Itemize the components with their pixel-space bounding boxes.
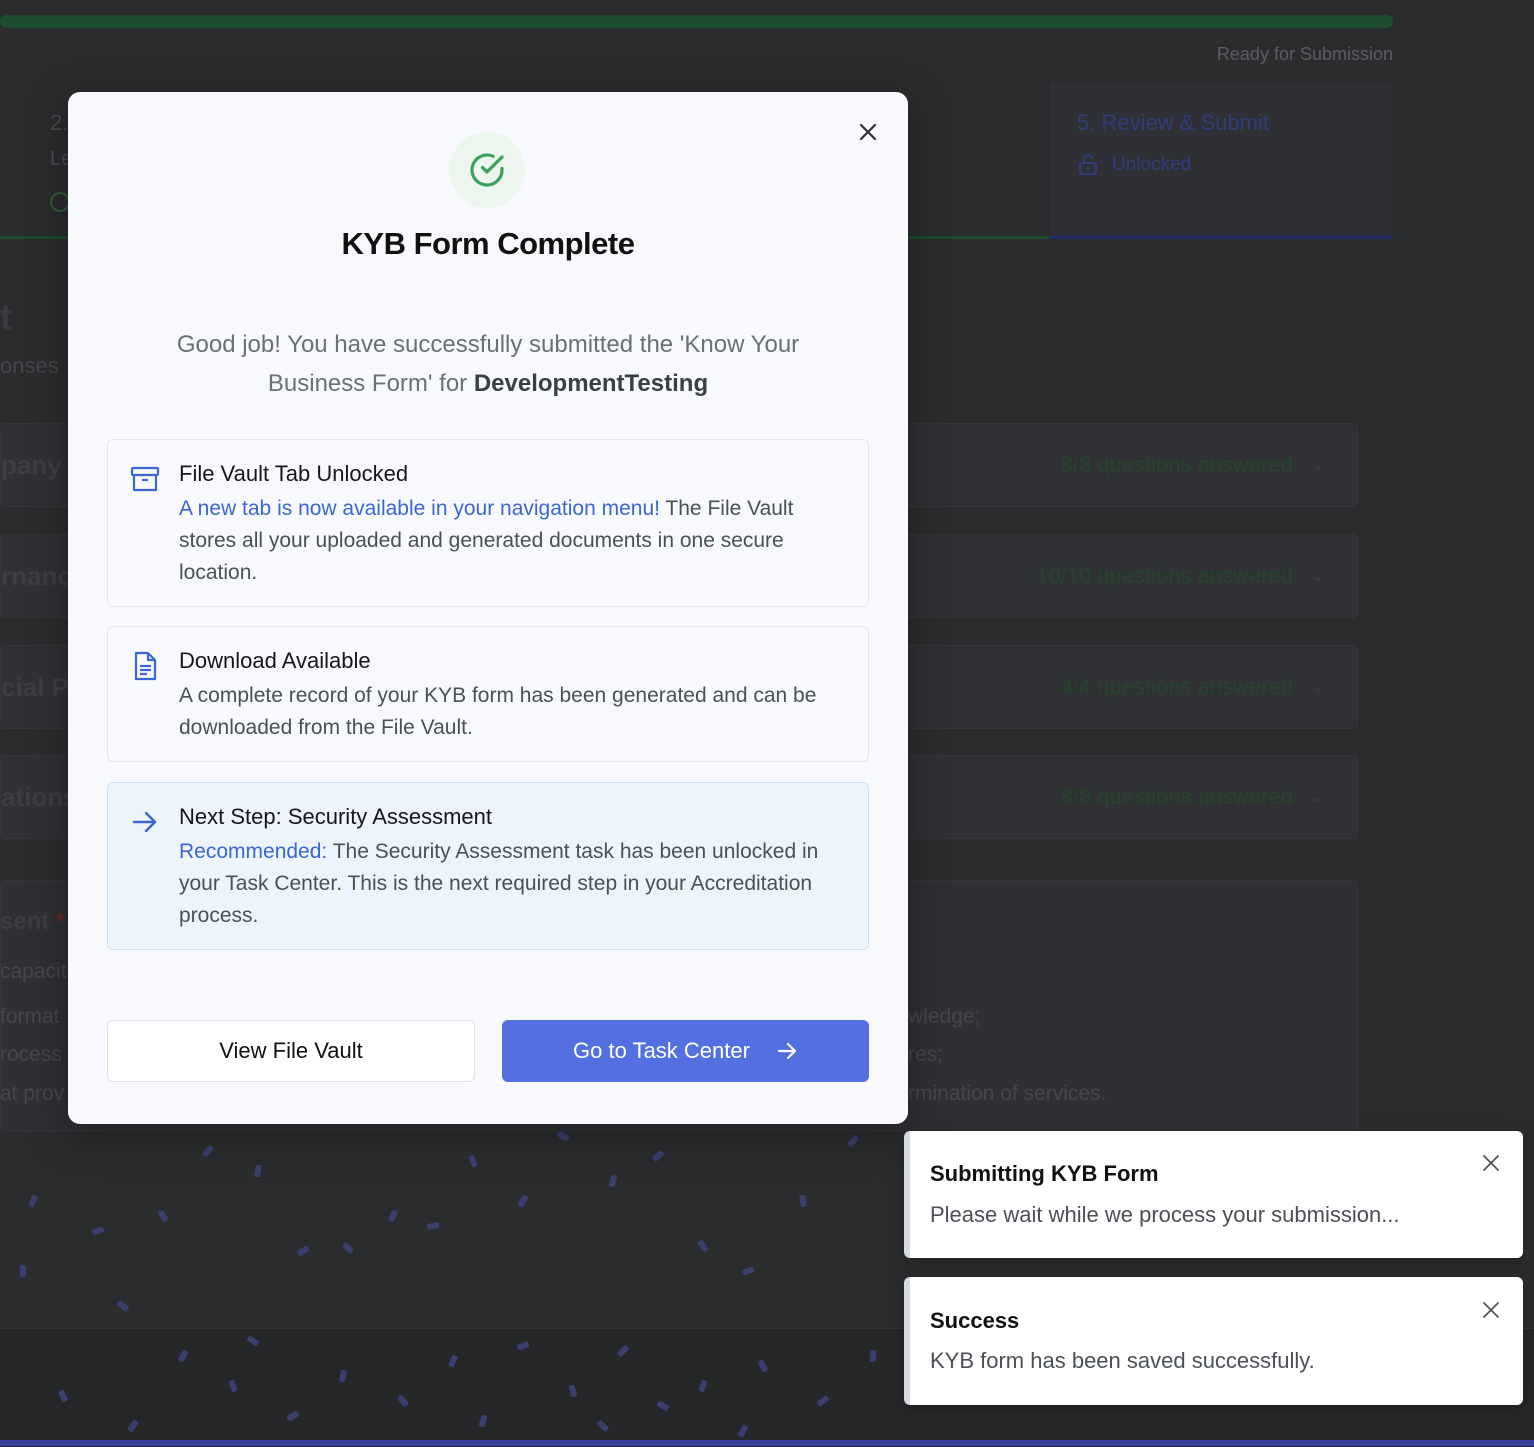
confetti-piece [556,1130,570,1142]
toast-title: Success [930,1308,1020,1333]
next-step-card: Next Step: Security Assessment Recommend… [107,782,869,950]
progress-status: Ready for Submission [1216,44,1393,64]
confetti-piece [20,1265,26,1277]
section-count: 10/10 questions answered [1036,563,1293,588]
button-label: Go to Task Center [573,1038,750,1063]
close-icon[interactable] [856,120,880,144]
required-mark: * [56,908,66,935]
card-title: File Vault Tab Unlocked [179,461,409,486]
card-body: A new tab is now available in your navig… [179,497,794,584]
confetti-piece [846,1134,860,1148]
page-subtitle: onses [0,353,59,378]
unlock-icon [1079,154,1097,175]
close-icon[interactable] [1481,1153,1501,1173]
card-highlight: Recommended: [179,840,328,863]
arrow-right-icon [132,811,157,833]
confetti-piece [116,1299,130,1313]
step-review-submit[interactable]: 5. Review & Submit Unlocked [1050,82,1393,239]
page-title: t [0,296,12,337]
confetti-piece [296,1245,310,1257]
section-title: rnanc [1,561,72,591]
check-circle-icon [50,192,70,212]
file-vault-unlocked-card: File Vault Tab Unlocked A new tab is now… [107,439,869,607]
chevron-down-icon: ⌄ [1309,676,1325,696]
success-badge [449,132,525,208]
consent-text: res; [908,1043,944,1066]
check-circle-icon [470,153,504,187]
card-body: A complete record of your KYB form has b… [179,684,817,739]
section-count: 4/4 questions answered [1060,674,1293,699]
confetti-piece [697,1239,709,1253]
confetti-piece [869,1349,877,1363]
step-number: 2. [50,110,69,135]
toast-message: KYB form has been saved successfully. [930,1348,1315,1373]
company-name: DevelopmentTesting [473,370,709,397]
chevron-down-icon: ⌄ [1309,454,1325,474]
consent-text: rocess [0,1043,62,1066]
step-title: 5. Review & Submit [1077,110,1269,135]
consent-text: format [0,1005,60,1028]
view-file-vault-button[interactable]: View File Vault [107,1020,475,1082]
confetti-piece [741,1266,755,1276]
close-icon[interactable] [1481,1300,1501,1320]
step-status: Unlocked [1112,154,1192,175]
card-body: Recommended: The Security Assessment tas… [179,840,819,927]
confetti-piece [157,1209,169,1223]
toast-success: Success KYB form has been saved successf… [904,1277,1523,1405]
section-title: cial P [1,672,69,702]
confetti-piece [608,1174,618,1188]
section-count: 8/8 questions answered [1060,452,1293,477]
progress-fill [0,15,1393,28]
download-available-card: Download Available A complete record of … [107,626,869,762]
document-icon [134,651,157,681]
card-title: Next Step: Security Assessment [179,804,493,829]
confetti-piece [201,1144,215,1158]
confetti-piece [91,1226,105,1236]
chevron-down-icon: ⌄ [1309,786,1325,806]
consent-text: at prov [0,1082,65,1105]
section-count: 8/8 questions answered [1060,784,1293,809]
confetti-piece [28,1194,38,1208]
confetti-piece [254,1164,262,1178]
chevron-down-icon: ⌄ [1309,565,1325,585]
confetti-piece [799,1194,807,1208]
bottom-strip [0,1440,1534,1446]
card-highlight: A new tab is now available in your navig… [179,497,660,520]
toast-submitting: Submitting KYB Form Please wait while we… [904,1131,1523,1258]
consent-text: wledge; [908,1005,981,1028]
toast-title: Submitting KYB Form [930,1161,1159,1186]
card-title: Download Available [179,648,371,673]
confetti-piece [468,1154,478,1168]
confetti-piece [517,1194,529,1208]
confetti-piece [651,1149,665,1163]
confetti-piece [341,1241,355,1255]
arrow-right-icon [777,1042,797,1060]
modal-title: KYB Form Complete [341,226,635,261]
go-to-task-center-button[interactable]: Go to Task Center [502,1020,869,1082]
consent-text: rmination of services. [908,1082,1107,1105]
confetti-piece [387,1209,399,1223]
modal-description: Good job! You have successfully submitte… [176,331,800,397]
confetti-piece [426,1222,440,1230]
consent-title: sent * [0,908,66,935]
consent-text: capacit [0,960,67,983]
toast-message: Please wait while we process your submis… [930,1202,1400,1227]
section-title: ations [1,782,78,812]
kyb-complete-modal: KYB Form Complete Good job! You have suc… [68,92,908,1124]
archive-icon [130,466,160,492]
progress-bar [0,15,1393,28]
